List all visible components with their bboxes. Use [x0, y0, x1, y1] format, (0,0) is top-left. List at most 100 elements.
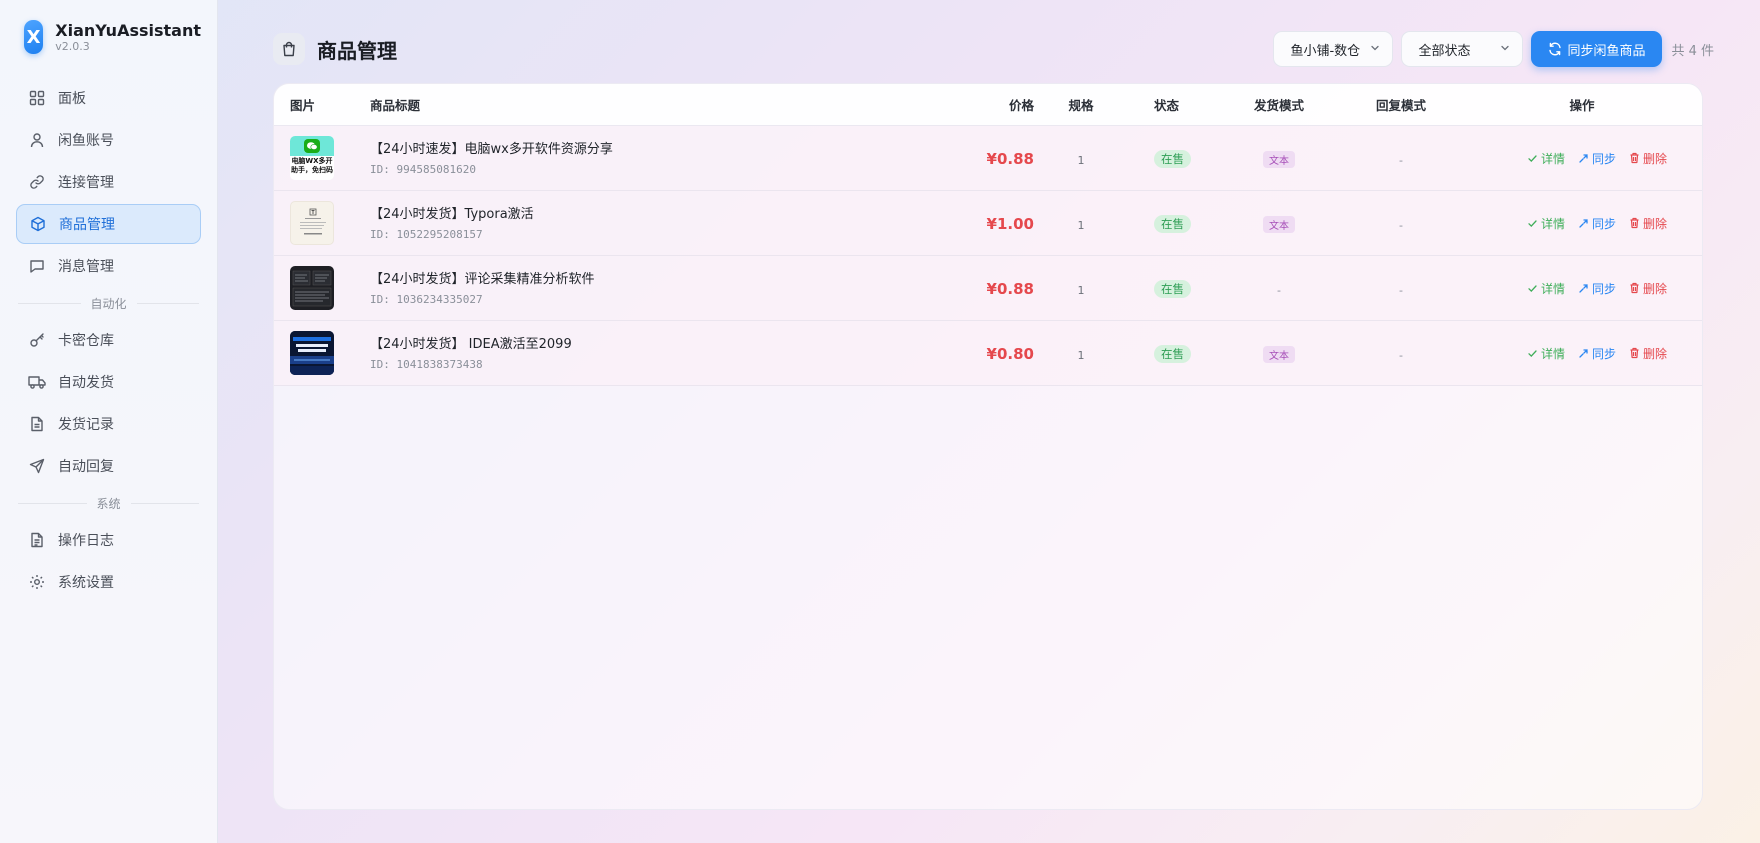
status-badge: 在售 [1154, 280, 1191, 298]
sync-button[interactable]: 同步 [1578, 345, 1616, 362]
reply-mode-value: - [1399, 218, 1403, 232]
status-select[interactable]: 全部状态 [1401, 31, 1524, 67]
sidebar-item-label: 面板 [58, 91, 86, 107]
sidebar-item-auto-reply[interactable]: 自动回复 [16, 446, 201, 486]
sidebar-item-label: 自动回复 [58, 459, 114, 475]
column-header-ship-mode: 发货模式 [1253, 98, 1304, 113]
table-row: 电脑WX多开助手，免扫码 【24小时速发】电脑wx多开软件资源分享 ID: 99… [274, 126, 1702, 191]
ship-mode-badge: 文本 [1263, 150, 1295, 168]
product-id: ID: 1036234335027 [370, 292, 483, 306]
chat-icon [28, 257, 46, 275]
sidebar-item-label: 连接管理 [58, 175, 114, 191]
grid-icon [28, 89, 46, 107]
table-header: 图片 商品标题 价格 规格 状态 发货模式 回复模式 操作 [274, 84, 1702, 126]
sidebar-item-operation-log[interactable]: 操作日志 [16, 520, 201, 560]
delete-button[interactable]: 删除 [1629, 280, 1667, 297]
sync-icon [1578, 153, 1589, 164]
trash-icon [1629, 282, 1640, 294]
sidebar-item-ship-records[interactable]: 发货记录 [16, 404, 201, 444]
product-title[interactable]: 【24小时发货】Typora激活 [370, 206, 904, 224]
page-header: 商品管理 [273, 33, 397, 65]
check-icon [1527, 348, 1538, 359]
sidebar: X XianYuAssistant v2.0.3 面板 闲鱼账号 连接管理 商品… [0, 0, 218, 843]
sync-icon [1578, 348, 1589, 359]
product-price: ¥0.88 [986, 149, 1034, 168]
user-icon [28, 131, 46, 149]
sync-products-button[interactable]: 同步闲鱼商品 [1531, 31, 1663, 67]
gear-icon [28, 573, 46, 591]
product-title[interactable]: 【24小时发货】 IDEA激活至2099 [370, 336, 904, 354]
column-header-price: 价格 [1008, 98, 1034, 113]
app-logo: X [24, 20, 44, 54]
nav-group-automation: 自动化 [18, 296, 199, 311]
product-title[interactable]: 【24小时速发】电脑wx多开软件资源分享 [370, 141, 904, 159]
status-badge: 在售 [1154, 215, 1191, 233]
sidebar-item-dashboard[interactable]: 面板 [16, 78, 201, 118]
sidebar-item-label: 闲鱼账号 [58, 133, 114, 149]
detail-button[interactable]: 详情 [1527, 345, 1565, 362]
detail-button[interactable]: 详情 [1527, 280, 1565, 297]
shopping-bag-icon [273, 33, 305, 65]
reply-mode-value: - [1399, 153, 1403, 167]
sidebar-item-messages[interactable]: 消息管理 [16, 246, 201, 286]
sidebar-item-label: 卡密仓库 [58, 333, 114, 349]
reply-mode-value: - [1399, 348, 1403, 362]
document-icon [28, 415, 46, 433]
ship-mode-badge: 文本 [1263, 215, 1295, 233]
column-header-status: 状态 [1154, 98, 1180, 113]
log-icon [28, 531, 46, 549]
trash-icon [1629, 217, 1640, 229]
product-title[interactable]: 【24小时发货】评论采集精准分析软件 [370, 271, 904, 289]
sidebar-item-products[interactable]: 商品管理 [16, 204, 201, 244]
product-spec: 1 [1077, 153, 1085, 167]
sidebar-item-label: 消息管理 [58, 259, 114, 275]
box-icon [29, 215, 47, 233]
product-thumbnail[interactable] [290, 331, 334, 375]
sidebar-item-settings[interactable]: 系统设置 [16, 562, 201, 602]
product-thumbnail[interactable] [290, 266, 334, 310]
chevron-down-icon [1500, 42, 1510, 57]
sync-button[interactable]: 同步 [1578, 215, 1616, 232]
check-icon [1527, 153, 1538, 164]
delete-button[interactable]: 删除 [1629, 150, 1667, 167]
sidebar-item-label: 系统设置 [58, 575, 114, 591]
delete-button[interactable]: 删除 [1629, 215, 1667, 232]
app-name: XianYuAssistant [55, 20, 201, 40]
key-icon [28, 331, 46, 349]
product-spec: 1 [1077, 283, 1085, 297]
table-row: 【24小时发货】 IDEA激活至2099 ID: 1041838373438 ¥… [274, 321, 1702, 386]
thumbnail-caption: 电脑WX多开助手，免扫码 [291, 157, 333, 174]
sidebar-item-auto-ship[interactable]: 自动发货 [16, 362, 201, 402]
idea-thumbnail-graphic [290, 331, 334, 375]
sync-button-label: 同步闲鱼商品 [1567, 43, 1646, 59]
sidebar-item-card-vault[interactable]: 卡密仓库 [16, 320, 201, 360]
products-table: 图片 商品标题 价格 规格 状态 发货模式 回复模式 操作 电脑WX多开助手，免… [273, 83, 1703, 810]
product-thumbnail[interactable] [290, 201, 334, 245]
detail-button[interactable]: 详情 [1527, 150, 1565, 167]
check-icon [1527, 218, 1538, 229]
sync-icon [1578, 283, 1589, 294]
sidebar-item-accounts[interactable]: 闲鱼账号 [16, 120, 201, 160]
app-version: v2.0.3 [55, 39, 90, 53]
refresh-icon [1548, 42, 1562, 56]
product-thumbnail[interactable]: 电脑WX多开助手，免扫码 [290, 136, 334, 180]
table-row: 【24小时发货】Typora激活 ID: 1052295208157 ¥1.00… [274, 191, 1702, 256]
trash-icon [1629, 152, 1640, 164]
sidebar-item-connections[interactable]: 连接管理 [16, 162, 201, 202]
product-spec: 1 [1077, 348, 1085, 362]
delete-button[interactable]: 删除 [1629, 345, 1667, 362]
product-id: ID: 994585081620 [370, 162, 476, 176]
analytics-thumbnail-graphic [292, 270, 332, 307]
sync-button[interactable]: 同步 [1578, 150, 1616, 167]
product-id: ID: 1041838373438 [370, 357, 483, 371]
link-icon [28, 173, 46, 191]
product-id: ID: 1052295208157 [370, 227, 483, 241]
column-header-title: 商品标题 [370, 98, 421, 113]
page-title: 商品管理 [317, 38, 397, 63]
shop-select[interactable]: 鱼小铺-数仓 [1273, 31, 1394, 67]
detail-button[interactable]: 详情 [1527, 215, 1565, 232]
sync-button[interactable]: 同步 [1578, 280, 1616, 297]
item-count: 共 4 件 [1671, 43, 1714, 59]
sidebar-item-label: 发货记录 [58, 417, 114, 433]
product-price: ¥0.88 [986, 279, 1034, 298]
